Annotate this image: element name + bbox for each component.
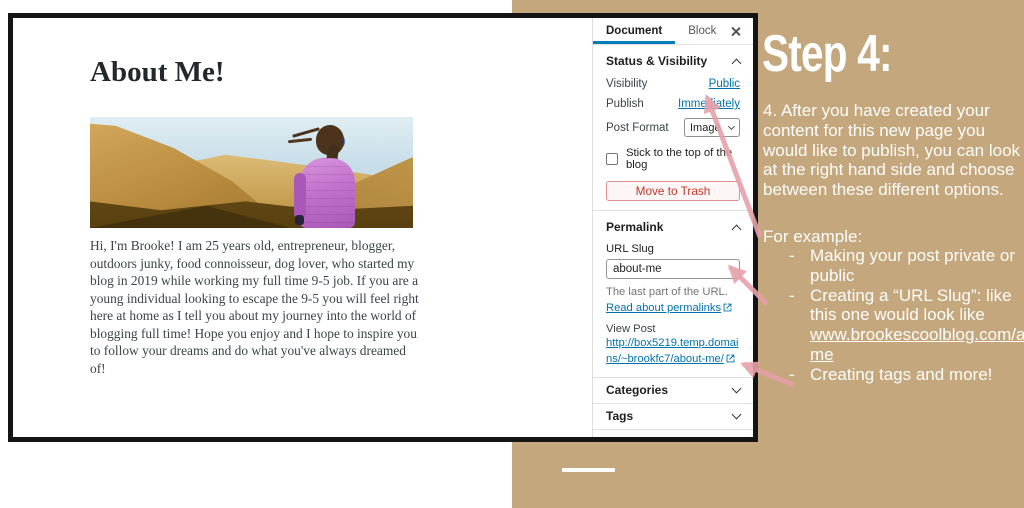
photo-hiker [294,125,360,228]
bullet-dash: - [789,286,795,306]
publish-label: Publish [606,98,644,110]
chevron-up-icon [732,224,742,234]
bullet-text: Creating a “URL Slug”: like this one wou… [810,286,1012,325]
post-format-label: Post Format [606,122,669,134]
step-intro-paragraph: 4. After you have created your content f… [763,101,1024,200]
url-slug-label: URL Slug [606,243,740,255]
permalink-header[interactable]: Permalink [606,218,740,236]
tab-block[interactable]: Block [675,18,729,44]
section-tags-label: Tags [606,409,633,423]
bullet-dash: - [789,246,795,266]
view-post-url: http://box5219.temp.domains/~brookfc7/ab… [606,336,740,367]
wordpress-screenshot-frame: About Me! Hi, I'm Brooke! I am 25 years … [8,13,758,442]
close-icon[interactable] [731,26,741,36]
post-format-row: Post Format Image [606,118,740,137]
page-title: About Me! [90,56,225,89]
sticky-checkbox[interactable] [606,153,618,165]
chevron-down-icon [732,410,742,420]
bullet-text: Making your post private or public [810,246,1015,285]
bullet-example-url: www.brookescoolblog.com/about-me [810,325,1024,364]
example-bullet-list: -Making your post private or public -Cre… [763,246,1021,385]
settings-sidebar: Document Block Status & Visibility Visib… [592,18,753,437]
status-visibility-section: Status & Visibility Visibility Public Pu… [593,45,753,211]
tutorial-slide: About Me! Hi, I'm Brooke! I am 25 years … [0,0,1024,508]
bullet-private-public: -Making your post private or public [763,246,1021,286]
section-tags[interactable]: Tags [593,404,753,430]
permalink-section: Permalink URL Slug The last part of the … [593,211,753,378]
bullet-text: Creating tags and more! [810,365,992,384]
step-heading: Step 4: [762,24,892,84]
slide-progress-dash [562,468,615,472]
view-post-url-link[interactable]: http://box5219.temp.domains/~brookfc7/ab… [606,337,738,365]
for-example-label: For example: [763,227,862,247]
chevron-down-icon [732,384,742,394]
blog-hero-image [90,117,413,228]
hiker-jacket [300,158,355,228]
section-featured-image[interactable]: Featured Image [593,430,753,442]
publish-row: Publish Immediately [606,98,740,110]
read-about-permalinks-link[interactable]: Read about permalinks [606,302,721,314]
status-visibility-header[interactable]: Status & Visibility [606,52,740,70]
hiker-arm [294,173,306,219]
section-featured-image-label: Featured Image [606,435,695,442]
hiker-glove [295,215,304,225]
bullet-url-slug: -Creating a “URL Slug”: like this one wo… [763,286,1021,365]
bullet-dash: - [789,365,795,385]
sticky-checkbox-label: Stick to the top of the blog [626,147,740,171]
bullet-tags: -Creating tags and more! [763,365,1021,385]
move-to-trash-button[interactable]: Move to Trash [606,181,740,201]
visibility-label: Visibility [606,78,647,90]
section-categories-label: Categories [606,383,668,397]
permalink-help-text: The last part of the URL. Read about per… [606,285,740,316]
chevron-up-icon [732,58,742,68]
url-slug-input[interactable] [606,259,740,279]
publish-value-link[interactable]: Immediately [678,98,740,110]
external-link-icon [723,303,732,312]
page-body-paragraph: Hi, I'm Brooke! I am 25 years old, entre… [90,237,422,377]
tab-document[interactable]: Document [593,18,675,44]
visibility-row: Visibility Public [606,78,740,90]
sidebar-tabs: Document Block [593,18,753,45]
chevron-down-icon [728,123,735,130]
sticky-checkbox-row: Stick to the top of the blog [606,147,740,171]
external-link-icon [726,354,735,363]
chevron-down-icon [732,436,742,442]
section-categories[interactable]: Categories [593,378,753,404]
view-post-label: View Post [606,323,740,335]
permalink-help-prefix: The last part of the URL. [606,286,728,298]
post-format-select[interactable]: Image [684,118,740,137]
post-format-value: Image [690,122,721,134]
visibility-value-link[interactable]: Public [709,78,740,90]
permalink-title: Permalink [606,220,663,234]
status-visibility-title: Status & Visibility [606,54,707,68]
